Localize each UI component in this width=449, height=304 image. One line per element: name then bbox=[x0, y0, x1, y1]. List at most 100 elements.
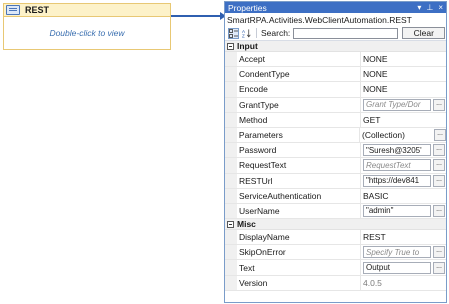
expression-field[interactable]: "admin" bbox=[363, 204, 431, 217]
property-value-cell[interactable]: RequestText... bbox=[361, 158, 446, 172]
property-row-version[interactable]: Version 4.0.5 bbox=[225, 275, 446, 291]
category-input[interactable]: Input bbox=[225, 41, 446, 52]
property-row-request-text[interactable]: RequestText RequestText... bbox=[225, 158, 446, 174]
property-name: Text bbox=[237, 260, 361, 275]
property-row-condent-type[interactable]: CondentType NONE bbox=[225, 67, 446, 83]
property-name: SkipOnError bbox=[237, 245, 361, 260]
property-name: UserName bbox=[237, 203, 361, 219]
property-row-method[interactable]: Method GET bbox=[225, 112, 446, 128]
property-value[interactable]: NONE bbox=[363, 54, 388, 64]
properties-toolbar: A Z Search: Clear bbox=[225, 26, 446, 41]
activity-body[interactable]: Double-click to view bbox=[4, 17, 170, 49]
property-value-cell[interactable]: Grant Type/Dor... bbox=[361, 98, 446, 112]
property-value-cell[interactable]: "admin"... bbox=[361, 204, 446, 218]
property-value-cell[interactable]: GET bbox=[361, 113, 446, 127]
sort-az-icon: A Z bbox=[242, 29, 251, 39]
category-misc[interactable]: Misc bbox=[225, 219, 446, 231]
property-value-cell[interactable]: "https://dev841... bbox=[361, 174, 446, 188]
property-row-grant-type[interactable]: GrantType Grant Type/Dor... bbox=[225, 97, 446, 113]
property-name: Method bbox=[237, 112, 361, 127]
property-value-cell[interactable]: 4.0.5 bbox=[361, 276, 446, 290]
property-value-cell[interactable]: "Suresh@3205'... bbox=[361, 143, 446, 157]
expression-field[interactable]: "https://dev841 bbox=[363, 174, 431, 187]
row-gutter bbox=[225, 188, 237, 203]
row-gutter bbox=[225, 245, 237, 260]
activity-header[interactable]: REST bbox=[4, 4, 170, 17]
property-value-cell[interactable]: NONE bbox=[361, 52, 446, 66]
clear-button[interactable]: Clear bbox=[402, 27, 446, 39]
rest-activity-card[interactable]: REST Double-click to view bbox=[3, 3, 171, 50]
expression-field[interactable]: RequestText bbox=[363, 159, 431, 172]
collapse-toggle-icon[interactable] bbox=[227, 220, 234, 228]
ellipsis-button[interactable]: ... bbox=[433, 159, 445, 172]
property-value-cell[interactable]: REST bbox=[361, 230, 446, 244]
categorized-icon bbox=[229, 28, 238, 38]
property-value-cell[interactable]: NONE bbox=[361, 67, 446, 81]
property-value-cell[interactable]: Output... bbox=[361, 260, 446, 274]
property-value[interactable]: NONE bbox=[363, 69, 388, 79]
property-row-display-name[interactable]: DisplayName REST bbox=[225, 230, 446, 246]
row-gutter bbox=[225, 275, 237, 290]
row-gutter bbox=[225, 230, 237, 245]
property-value[interactable]: REST bbox=[363, 232, 386, 242]
property-name: Parameters bbox=[237, 127, 360, 143]
search-input[interactable] bbox=[293, 27, 399, 39]
property-name: DisplayName bbox=[237, 230, 361, 245]
property-value[interactable]: GET bbox=[363, 115, 380, 125]
connector-line bbox=[171, 15, 223, 17]
selected-object-name: SmartRPA.Activities.WebClientAutomation.… bbox=[225, 13, 446, 26]
ellipsis-button[interactable]: ... bbox=[433, 246, 445, 259]
properties-panel: Properties ▾ ⊥ × SmartRPA.Activities.Web… bbox=[224, 1, 447, 303]
property-row-password[interactable]: Password "Suresh@3205'... bbox=[225, 143, 446, 159]
property-row-resturl[interactable]: RESTUrl "https://dev841... bbox=[225, 173, 446, 189]
panel-title: Properties bbox=[228, 2, 267, 13]
property-name: Encode bbox=[237, 82, 361, 97]
svg-text:Z: Z bbox=[242, 34, 245, 39]
property-value[interactable]: NONE bbox=[363, 84, 388, 94]
row-gutter bbox=[225, 112, 237, 127]
row-gutter bbox=[225, 97, 237, 112]
ellipsis-button[interactable]: ... bbox=[433, 174, 445, 187]
property-row-user-name[interactable]: UserName "admin"... bbox=[225, 203, 446, 220]
property-row-parameters[interactable]: Parameters (Collection)... bbox=[225, 127, 446, 144]
activity-title: REST bbox=[25, 5, 50, 15]
ellipsis-button[interactable]: ... bbox=[433, 204, 445, 217]
property-name: RequestText bbox=[237, 158, 361, 173]
alphabetical-sort-button[interactable]: A Z bbox=[241, 28, 252, 39]
expression-field[interactable]: "Suresh@3205' bbox=[363, 144, 431, 157]
panel-titlebar: Properties ▾ ⊥ × bbox=[225, 2, 446, 13]
property-row-service-authentication[interactable]: ServiceAuthentication BASIC bbox=[225, 188, 446, 204]
property-value[interactable]: BASIC bbox=[363, 191, 389, 201]
dropdown-icon[interactable]: ▾ bbox=[417, 3, 421, 13]
property-value-cell[interactable]: Specify True to... bbox=[361, 245, 446, 259]
property-name: CondentType bbox=[237, 67, 361, 82]
property-row-encode[interactable]: Encode NONE bbox=[225, 82, 446, 98]
row-gutter bbox=[225, 52, 237, 67]
property-value-cell[interactable]: BASIC bbox=[361, 189, 446, 203]
categorized-view-button[interactable] bbox=[228, 27, 239, 39]
expression-field[interactable]: Specify True to bbox=[363, 246, 431, 259]
row-gutter bbox=[225, 158, 237, 173]
search-label: Search: bbox=[261, 28, 291, 38]
property-name: Password bbox=[237, 143, 361, 158]
pin-icon[interactable]: ⊥ bbox=[426, 3, 433, 13]
ellipsis-button[interactable]: ... bbox=[434, 129, 446, 142]
category-label: Misc bbox=[237, 219, 256, 230]
property-row-accept[interactable]: Accept NONE bbox=[225, 52, 446, 68]
expression-field[interactable]: Grant Type/Dor bbox=[363, 98, 431, 111]
property-row-text[interactable]: Text Output... bbox=[225, 260, 446, 276]
row-gutter bbox=[225, 173, 237, 188]
expression-field[interactable]: Output bbox=[363, 261, 431, 274]
property-value: 4.0.5 bbox=[363, 277, 382, 288]
ellipsis-button[interactable]: ... bbox=[433, 144, 445, 157]
property-name: RESTUrl bbox=[237, 173, 361, 188]
property-grid: Input Accept NONE CondentType NONE Encode NONE… bbox=[225, 41, 446, 291]
collapse-toggle-icon[interactable] bbox=[227, 42, 234, 50]
close-icon[interactable]: × bbox=[438, 3, 443, 13]
row-gutter bbox=[225, 143, 237, 158]
property-value-cell[interactable]: NONE bbox=[361, 82, 446, 96]
property-row-skip-on-error[interactable]: SkipOnError Specify True to... bbox=[225, 245, 446, 261]
ellipsis-button[interactable]: ... bbox=[433, 261, 445, 274]
ellipsis-button[interactable]: ... bbox=[433, 98, 445, 111]
property-value-cell[interactable]: (Collection)... bbox=[360, 128, 446, 142]
